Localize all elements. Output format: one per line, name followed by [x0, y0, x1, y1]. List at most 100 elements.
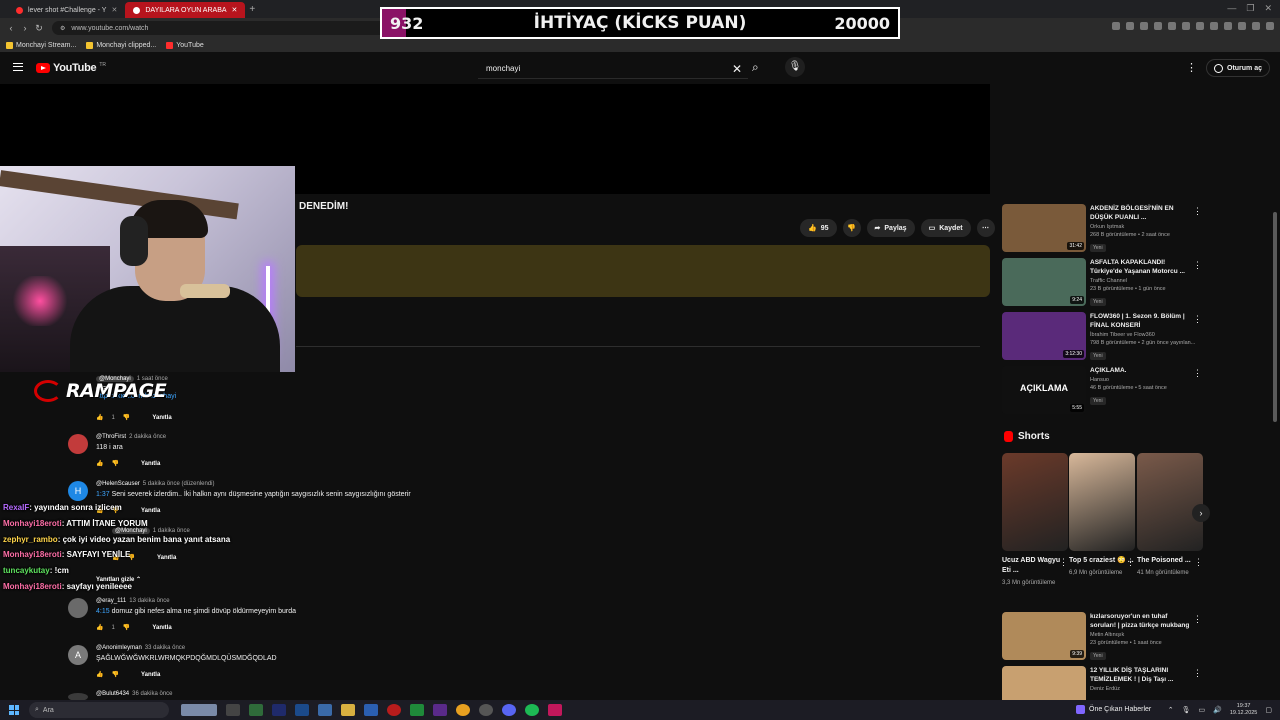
- chevron-up-icon[interactable]: ⌃: [1168, 706, 1174, 714]
- video-thumbnail[interactable]: 9:39: [1002, 612, 1086, 660]
- close-window-icon[interactable]: ✕: [1264, 3, 1272, 14]
- menu-icon[interactable]: [13, 63, 23, 71]
- extension-icon[interactable]: [1266, 22, 1274, 30]
- channel-name[interactable]: Deniz Erdüz: [1090, 686, 1190, 692]
- browser-tab-active[interactable]: DAYILARA OYUN ARABA ✕: [125, 2, 246, 18]
- opera-icon[interactable]: [387, 704, 401, 716]
- description-box[interactable]: [296, 245, 990, 297]
- bookmark[interactable]: YouTube: [166, 41, 204, 49]
- app-thumbnail-icon[interactable]: [181, 704, 217, 716]
- search-icon[interactable]: ⌕: [752, 60, 759, 75]
- short-item[interactable]: Ucuz ABD Wagyu Eti ... 3,3 Mn görüntüleme…: [1002, 453, 1068, 588]
- settings-menu-icon[interactable]: ⋮: [1186, 61, 1197, 74]
- like-icon[interactable]: 👍: [96, 624, 103, 631]
- browser-tab[interactable]: lever shot #Challenge - Y ✕: [8, 2, 125, 18]
- avatar[interactable]: [68, 598, 88, 618]
- search-input[interactable]: monchayi ✕: [478, 59, 748, 79]
- dislike-icon[interactable]: 👎: [111, 460, 118, 467]
- dislike-icon[interactable]: 👎: [123, 624, 130, 631]
- more-options-icon[interactable]: ⋮: [1193, 368, 1202, 379]
- network-icon[interactable]: ▭: [1199, 706, 1206, 714]
- short-item[interactable]: Top 5 craziest 😳 ... 6,9 Mn görüntüleme ⋮: [1069, 453, 1135, 578]
- app-icon[interactable]: [433, 704, 447, 716]
- new-tab-icon[interactable]: +: [249, 4, 255, 15]
- more-options-icon[interactable]: ⋮: [1126, 557, 1135, 568]
- more-options-icon[interactable]: ⋮: [1193, 314, 1202, 325]
- maximize-icon[interactable]: ❐: [1246, 3, 1254, 14]
- minimize-icon[interactable]: —: [1227, 3, 1236, 14]
- discord-icon[interactable]: [502, 704, 516, 716]
- reply-button[interactable]: Yanıtla: [152, 625, 171, 631]
- taskbar-search[interactable]: ⌕ Ara: [29, 702, 169, 718]
- avatar[interactable]: A: [68, 645, 88, 665]
- news-widget[interactable]: Öne Çıkan Haberler: [1076, 705, 1151, 714]
- timestamp-link[interactable]: 1:37: [96, 491, 110, 498]
- extension-icon[interactable]: [1168, 22, 1176, 30]
- bookmark[interactable]: Monchayi clipped...: [86, 41, 156, 49]
- extension-icon[interactable]: [1154, 22, 1162, 30]
- app-icon[interactable]: [318, 704, 332, 716]
- recommended-video[interactable]: AÇIKLAMA 5:55 AÇIKLAMA. Hansuo 46 B görüntül…: [1002, 366, 1206, 414]
- short-thumbnail[interactable]: [1137, 453, 1203, 551]
- short-thumbnail[interactable]: [1069, 453, 1135, 551]
- video-title[interactable]: AKDENİZ BÖLGESİ'NİN EN DÜŞÜK PUANLI ...: [1090, 204, 1190, 222]
- bookmark[interactable]: Monchayi Stream...: [6, 41, 76, 49]
- share-button[interactable]: ➦ Paylaş: [866, 219, 915, 237]
- premiere-icon[interactable]: [272, 704, 286, 716]
- video-title[interactable]: FLOW360 | 1. Sezon 9. Bölüm | FİNAL KONS…: [1090, 312, 1190, 330]
- site-info-icon[interactable]: ⚙: [60, 25, 65, 32]
- dislike-button[interactable]: 👎: [842, 219, 861, 237]
- dislike-icon[interactable]: 👎: [123, 414, 130, 421]
- avatar[interactable]: [68, 434, 88, 454]
- video-title[interactable]: ASFALTA KAPAKLANDI! Türkiye'de Yaşanan M…: [1090, 258, 1190, 276]
- like-icon[interactable]: 👍: [96, 460, 103, 467]
- comment-author[interactable]: @Bulut6434: [96, 691, 129, 697]
- like-button[interactable]: 👍 95: [800, 219, 837, 237]
- back-icon[interactable]: ‹: [4, 23, 18, 33]
- extension-icon[interactable]: [1224, 22, 1232, 30]
- video-thumbnail[interactable]: 31:42: [1002, 204, 1086, 252]
- video-thumbnail[interactable]: 9:24: [1002, 258, 1086, 306]
- microphone-icon[interactable]: 🎙: [1182, 706, 1191, 714]
- windows-start-icon[interactable]: [9, 705, 19, 715]
- recommended-video[interactable]: 9:39 kızlarsoruyor'un en tuhaf soruları! …: [1002, 612, 1206, 660]
- extension-icon[interactable]: [1140, 22, 1148, 30]
- reply-button[interactable]: Yanıtla: [152, 415, 171, 421]
- comment-author[interactable]: @eray_111: [96, 598, 126, 604]
- video-title[interactable]: 12 YILLIK DİŞ TAŞLARINI TEMİZLEMEK ! | D…: [1090, 666, 1190, 684]
- timestamp-link[interactable]: 4:15: [96, 608, 110, 615]
- video-thumbnail[interactable]: AÇIKLAMA 5:55: [1002, 366, 1086, 414]
- task-view-icon[interactable]: [226, 704, 240, 716]
- more-options-icon[interactable]: ⋮: [1193, 614, 1202, 625]
- like-icon[interactable]: 👍: [96, 414, 103, 421]
- extension-icon[interactable]: [1182, 22, 1190, 30]
- recommended-video[interactable]: 31:42 AKDENİZ BÖLGESİ'NİN EN DÜŞÜK PUANLI…: [1002, 204, 1206, 252]
- clock[interactable]: 19:37 19.12.2025: [1230, 703, 1258, 717]
- video-title[interactable]: kızlarsoruyor'un en tuhaf soruları! | pi…: [1090, 612, 1190, 630]
- file-explorer-icon[interactable]: [341, 704, 355, 716]
- video-thumbnail[interactable]: 3:12:30: [1002, 312, 1086, 360]
- recommended-video[interactable]: 3:12:30 FLOW360 | 1. Sezon 9. Bölüm | FİN…: [1002, 312, 1206, 360]
- more-actions-button[interactable]: ⋯: [976, 219, 995, 237]
- spotify-icon[interactable]: [525, 704, 539, 716]
- more-options-icon[interactable]: ⋮: [1193, 206, 1202, 217]
- chevron-right-icon[interactable]: ›: [1192, 504, 1210, 522]
- comment-author[interactable]: @ThroFirst: [96, 434, 126, 440]
- reply-button[interactable]: Yanıtla: [141, 461, 160, 467]
- app-icon[interactable]: [249, 704, 263, 716]
- close-tab-icon[interactable]: ✕: [232, 6, 238, 14]
- channel-name[interactable]: İbrahim Tibeer ve Flow360: [1090, 332, 1190, 338]
- channel-name[interactable]: Orkun Işıtmak: [1090, 224, 1190, 230]
- avatar[interactable]: H: [68, 481, 88, 501]
- extension-icon[interactable]: [1252, 22, 1260, 30]
- channel-name[interactable]: Hansuo: [1090, 377, 1190, 383]
- chrome-icon[interactable]: [456, 704, 470, 716]
- save-button[interactable]: ▭ Kaydet: [920, 219, 971, 237]
- app-icon[interactable]: [364, 704, 378, 716]
- scrollbar[interactable]: [1273, 212, 1277, 422]
- extension-icon[interactable]: [1238, 22, 1246, 30]
- close-tab-icon[interactable]: ✕: [111, 6, 117, 14]
- opera-gx-icon[interactable]: [548, 704, 562, 716]
- dislike-icon[interactable]: 👎: [111, 671, 118, 678]
- clear-search-icon[interactable]: ✕: [732, 62, 742, 76]
